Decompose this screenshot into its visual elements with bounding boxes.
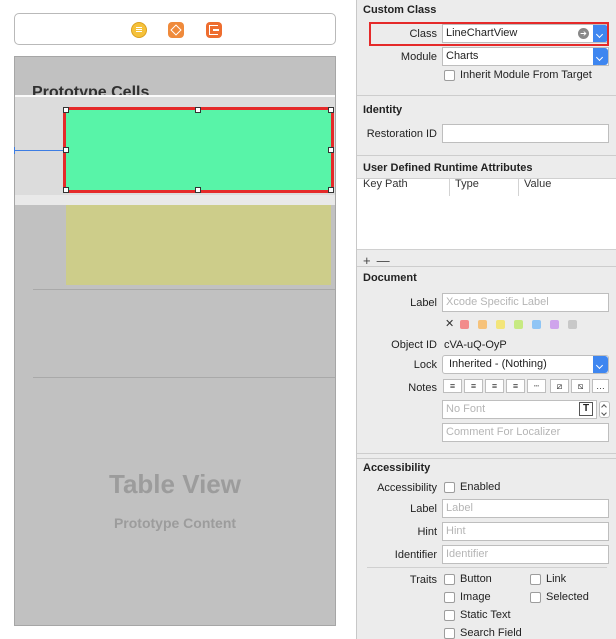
trait-search-field-label: Search Field (460, 627, 522, 639)
trait-static-text-label: Static Text (460, 609, 511, 621)
row-separator (33, 377, 335, 378)
resize-handle[interactable] (328, 187, 334, 193)
restoration-id-field[interactable] (442, 124, 609, 143)
cell-bottom-divider (15, 195, 335, 205)
accessibility-enabled-checkbox[interactable] (444, 482, 455, 493)
inherit-module-checkbox[interactable] (444, 70, 455, 81)
resize-handle[interactable] (328, 147, 334, 153)
trait-link-label: Link (546, 573, 567, 585)
notes-label: Notes (408, 382, 437, 394)
identity-section: Identity Restoration ID (357, 96, 616, 156)
table-view[interactable]: Prototype Cells Table View Prototype Con… (14, 56, 336, 626)
text-color-none-button[interactable]: ⧄ (550, 379, 569, 393)
label-color-green[interactable] (514, 320, 523, 329)
column-type[interactable]: Type (455, 178, 479, 196)
align-left-button[interactable]: ≡ (443, 379, 462, 393)
identifier-label: Identifier (394, 549, 437, 561)
font-placeholder: No Font (446, 403, 486, 415)
column-divider (449, 178, 450, 196)
label-color-gray[interactable] (568, 320, 577, 329)
trait-button-label: Button (460, 573, 492, 585)
background-color-button[interactable]: ⧅ (571, 379, 590, 393)
font-field[interactable]: No Font (442, 400, 597, 419)
exit-icon[interactable] (206, 22, 222, 38)
align-natural-button[interactable]: ┄ (527, 379, 546, 393)
trait-image-checkbox[interactable] (444, 592, 455, 603)
object-id-label: Object ID (391, 339, 437, 351)
accessibility-label-field[interactable]: Label (442, 499, 609, 518)
align-justify-button[interactable]: ≡ (506, 379, 525, 393)
accessibility-enabled-label: Enabled (460, 481, 501, 493)
label-color-red[interactable] (460, 320, 469, 329)
module-field[interactable]: Charts (442, 47, 609, 66)
resize-handle[interactable] (63, 147, 69, 153)
resize-handle[interactable] (63, 107, 69, 113)
first-responder-icon[interactable] (168, 22, 184, 38)
accessibility-label: Accessibility (377, 482, 437, 494)
view-controller-icon[interactable] (131, 22, 147, 38)
resize-handle[interactable] (195, 107, 201, 113)
resize-handle[interactable] (195, 187, 201, 193)
trait-static-text-checkbox[interactable] (444, 610, 455, 621)
storyboard-canvas[interactable]: Prototype Cells Table View Prototype Con… (0, 0, 356, 639)
clear-label-color-icon[interactable]: ✕ (445, 317, 454, 330)
module-value: Charts (446, 50, 479, 62)
table-view-title: Table View (109, 469, 241, 499)
lock-dropdown-icon[interactable] (593, 356, 608, 373)
custom-class-section: Custom Class Class LineChartView ➔ Modul… (357, 0, 616, 96)
trait-search-field-checkbox[interactable] (444, 628, 455, 639)
table-view-subtitle: Prototype Content (113, 515, 237, 531)
trait-button-checkbox[interactable] (444, 574, 455, 585)
trait-selected-checkbox[interactable] (530, 592, 541, 603)
identity-inspector: Custom Class Class LineChartView ➔ Modul… (356, 0, 616, 639)
notes-more-button[interactable]: … (592, 379, 609, 393)
font-size-stepper[interactable] (599, 401, 610, 418)
restoration-id-label: Restoration ID (366, 128, 437, 140)
lock-label: Lock (413, 359, 437, 371)
resize-handle[interactable] (328, 107, 334, 113)
align-center-button[interactable]: ≡ (464, 379, 483, 393)
object-id-value: cVA-uQ-OyP (444, 339, 507, 351)
document-label-field[interactable]: Xcode Specific Label (442, 293, 609, 312)
identity-header: Identity (363, 104, 403, 116)
lock-popup[interactable]: Inherited - (Nothing) (442, 355, 609, 374)
runtime-attributes-header: User Defined Runtime Attributes (363, 162, 533, 174)
lock-value: Inherited - (Nothing) (449, 358, 547, 370)
resize-handle[interactable] (63, 187, 69, 193)
localizer-comment-field[interactable]: Comment For Localizer (442, 423, 609, 442)
custom-class-header: Custom Class (363, 4, 437, 16)
highlight-outline (369, 22, 609, 46)
document-header: Document (363, 272, 417, 284)
hint-field[interactable]: Hint (442, 522, 609, 541)
trait-selected-label: Selected (546, 591, 589, 603)
trait-image-label: Image (460, 591, 491, 603)
label-color-blue[interactable] (532, 320, 541, 329)
inherit-module-label: Inherit Module From Target (460, 69, 592, 81)
module-dropdown-icon[interactable] (593, 48, 608, 65)
column-divider (518, 178, 519, 196)
placeholder-view[interactable] (66, 205, 331, 285)
module-label: Module (400, 51, 437, 63)
scene-dock (14, 13, 336, 45)
traits-divider (367, 567, 607, 568)
label-color-orange[interactable] (478, 320, 487, 329)
trait-link-checkbox[interactable] (530, 574, 541, 585)
traits-label: Traits (409, 574, 437, 586)
document-label-label: Label (410, 297, 437, 309)
column-value[interactable]: Value (524, 178, 551, 196)
line-chart-view[interactable] (63, 107, 334, 193)
accessibility-header: Accessibility (363, 462, 431, 474)
align-right-button[interactable]: ≡ (485, 379, 504, 393)
identifier-field[interactable]: Identifier (442, 545, 609, 564)
constraint-guide-line (14, 150, 66, 151)
label-color-purple[interactable] (550, 320, 559, 329)
label-color-yellow[interactable] (496, 320, 505, 329)
row-separator (33, 289, 335, 290)
font-picker-icon[interactable]: T (579, 402, 593, 416)
column-key-path[interactable]: Key Path (363, 178, 408, 196)
hint-label: Hint (417, 526, 437, 538)
accessibility-label-label: Label (410, 503, 437, 515)
